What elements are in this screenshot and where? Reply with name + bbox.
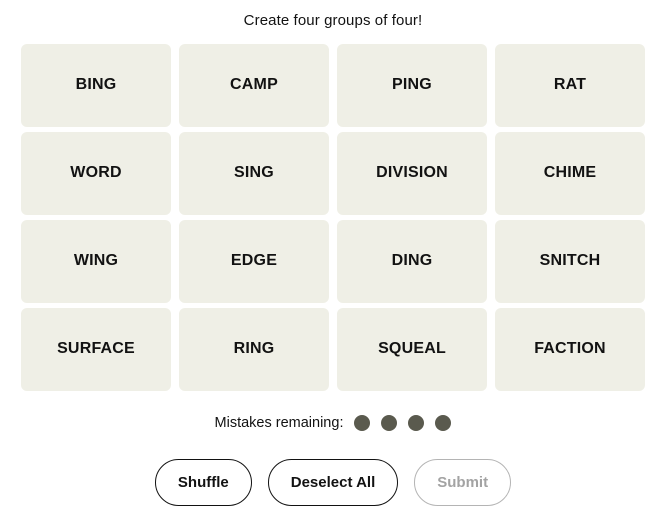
word-tile-label: EDGE	[230, 252, 278, 270]
word-tile[interactable]: WORD	[21, 132, 171, 215]
word-tile-label: WING	[73, 252, 119, 270]
word-tile[interactable]: RING	[179, 308, 329, 391]
word-tile[interactable]: WING	[21, 220, 171, 303]
word-tile[interactable]: PING	[337, 44, 487, 127]
word-tile[interactable]: RAT	[495, 44, 645, 127]
word-tile[interactable]: BING	[21, 44, 171, 127]
page-title: Create four groups of four!	[243, 12, 423, 29]
word-tile[interactable]: CAMP	[179, 44, 329, 127]
mistake-dot	[354, 415, 371, 431]
word-tile-label: PING	[392, 76, 432, 94]
word-tile-label: BING	[75, 76, 117, 94]
word-tile[interactable]: DING	[337, 220, 487, 303]
word-tile-label: FACTION	[534, 340, 606, 358]
word-tile-label: RING	[233, 340, 275, 358]
shuffle-button[interactable]: Shuffle	[154, 459, 252, 506]
word-tile-label: CAMP	[230, 76, 278, 94]
mistakes-label: Mistakes remaining:	[214, 415, 344, 431]
word-tile-label: CHIME	[543, 164, 597, 182]
word-tile[interactable]: CHIME	[495, 132, 645, 215]
word-tile-label: RAT	[553, 76, 587, 94]
mistakes-dots	[354, 415, 452, 431]
word-tile[interactable]: DIVISION	[337, 132, 487, 215]
word-tile[interactable]: SURFACE	[21, 308, 171, 391]
word-tile[interactable]: FACTION	[495, 308, 645, 391]
word-tile[interactable]: SQUEAL	[337, 308, 487, 391]
connections-game: Create four groups of four! BING CAMP PING…	[0, 0, 666, 518]
deselect-all-button[interactable]: Deselect All	[267, 459, 399, 506]
mistakes-remaining: Mistakes remaining:	[215, 411, 452, 435]
word-tile[interactable]: EDGE	[179, 220, 329, 303]
word-tile-label: SNITCH	[539, 252, 601, 270]
word-tile[interactable]: SNITCH	[495, 220, 645, 303]
word-grid: BING CAMP PING RAT WORD SING DIVISION CHIME WING…	[21, 44, 645, 391]
word-tile[interactable]: SING	[179, 132, 329, 215]
mistake-dot	[408, 415, 425, 431]
word-tile-label: SING	[234, 164, 274, 182]
word-tile-label: DIVISION	[376, 164, 448, 182]
submit-button[interactable]: Submit	[414, 459, 512, 506]
mistake-dot	[435, 415, 452, 431]
word-tile-label: WORD	[70, 164, 122, 182]
word-tile-label: SQUEAL	[378, 340, 446, 358]
game-controls: Shuffle Deselect All Submit	[154, 459, 512, 506]
word-tile-label: DING	[391, 252, 433, 270]
word-tile-label: SURFACE	[57, 340, 135, 358]
mistake-dot	[381, 415, 398, 431]
